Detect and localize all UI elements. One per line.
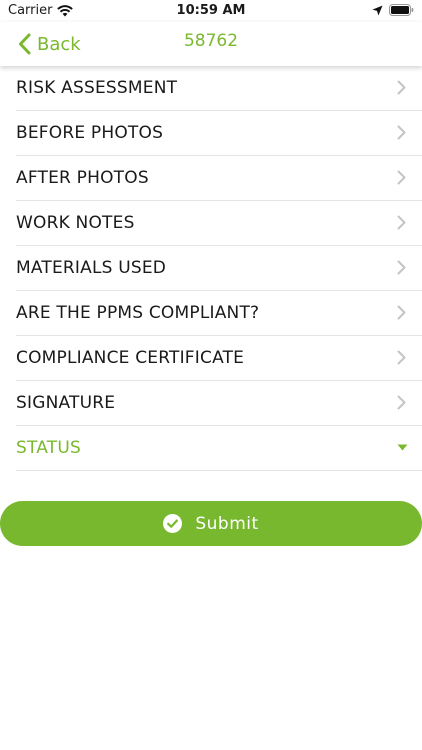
submit-label: Submit bbox=[195, 513, 259, 534]
menu-list: RISK ASSESSMENT BEFORE PHOTOS AFTER PHOT… bbox=[0, 66, 422, 471]
menu-item-label: ARE THE PPMS COMPLIANT? bbox=[16, 303, 260, 323]
chevron-right-icon bbox=[397, 215, 406, 230]
menu-item-ppms-compliant[interactable]: ARE THE PPMS COMPLIANT? bbox=[16, 291, 422, 336]
menu-item-status[interactable]: STATUS bbox=[16, 426, 422, 471]
check-circle-icon bbox=[163, 514, 183, 533]
menu-item-compliance-certificate[interactable]: COMPLIANCE CERTIFICATE bbox=[16, 336, 422, 381]
navigation-bar: Back 58762 bbox=[0, 22, 422, 66]
menu-item-label: WORK NOTES bbox=[16, 213, 135, 233]
menu-item-label: SIGNATURE bbox=[16, 393, 116, 413]
status-bar: Carrier 10:59 AM bbox=[0, 0, 422, 22]
menu-item-after-photos[interactable]: AFTER PHOTOS bbox=[16, 156, 422, 201]
location-arrow-icon bbox=[372, 5, 383, 15]
status-time: 10:59 AM bbox=[176, 3, 246, 18]
caret-down-icon bbox=[397, 444, 408, 451]
chevron-right-icon bbox=[397, 350, 406, 365]
menu-item-risk-assessment[interactable]: RISK ASSESSMENT bbox=[16, 66, 422, 111]
menu-item-label: BEFORE PHOTOS bbox=[16, 123, 164, 143]
battery-icon bbox=[389, 4, 414, 16]
chevron-right-icon bbox=[397, 170, 406, 185]
menu-item-signature[interactable]: SIGNATURE bbox=[16, 381, 422, 426]
menu-item-materials-used[interactable]: MATERIALS USED bbox=[16, 246, 422, 291]
menu-item-label: STATUS bbox=[16, 438, 81, 458]
menu-item-label: COMPLIANCE CERTIFICATE bbox=[16, 348, 245, 368]
menu-item-label: RISK ASSESSMENT bbox=[16, 78, 178, 98]
submit-button[interactable]: Submit bbox=[0, 501, 422, 546]
chevron-right-icon bbox=[397, 260, 406, 275]
chevron-right-icon bbox=[397, 80, 406, 95]
menu-item-before-photos[interactable]: BEFORE PHOTOS bbox=[16, 111, 422, 156]
chevron-right-icon bbox=[397, 305, 406, 320]
menu-item-label: AFTER PHOTOS bbox=[16, 168, 149, 188]
menu-item-work-notes[interactable]: WORK NOTES bbox=[16, 201, 422, 246]
status-right-icons bbox=[366, 4, 414, 16]
page-title: 58762 bbox=[183, 31, 239, 51]
chevron-right-icon bbox=[397, 395, 406, 410]
menu-item-label: MATERIALS USED bbox=[16, 258, 167, 278]
chevron-right-icon bbox=[397, 125, 406, 140]
